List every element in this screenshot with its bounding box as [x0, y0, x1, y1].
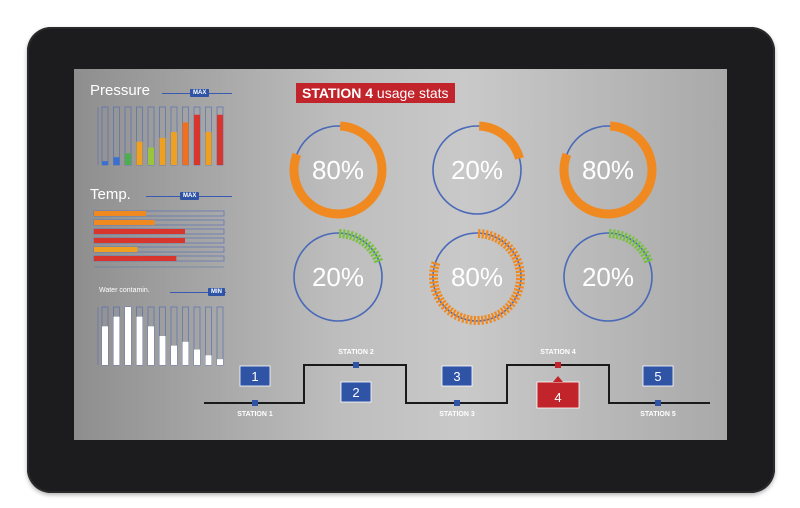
- station-number: 4: [554, 390, 561, 405]
- station-pointer: [553, 376, 563, 382]
- station-node: [655, 400, 661, 406]
- station-label: STATION 1: [237, 411, 273, 418]
- station-number: 5: [654, 369, 661, 384]
- station-node: [555, 362, 561, 368]
- station-flow-diagram: STATION 1 1 STATION 2 2 STATION 3 3 STATION 4 4…: [204, 349, 710, 418]
- station-label: STATION 3: [439, 411, 475, 418]
- station-node: [353, 362, 359, 368]
- station-number: 2: [352, 385, 359, 400]
- dashboard-screen: Pressure MAX Temp. MAX Water contamin. M…: [74, 69, 727, 440]
- station-label: STATION 5: [640, 411, 676, 418]
- station-label: STATION 2: [338, 349, 374, 356]
- station-node: [454, 400, 460, 406]
- station-label: STATION 4: [540, 349, 576, 356]
- station-number: 3: [453, 369, 460, 384]
- station-number: 1: [251, 369, 258, 384]
- station-node: [252, 400, 258, 406]
